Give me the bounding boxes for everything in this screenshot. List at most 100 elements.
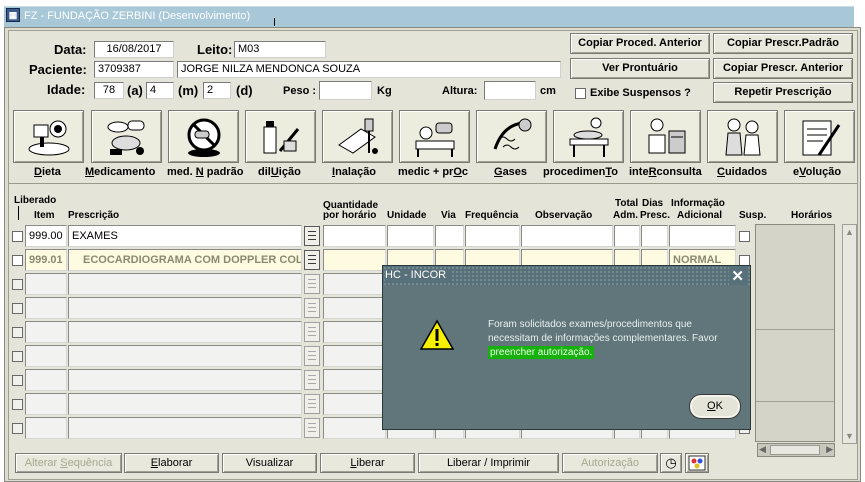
autorizacao-button[interactable]: Autorização: [562, 453, 658, 473]
prescricao-cell[interactable]: EXAMES: [68, 225, 302, 247]
med-padrao-button[interactable]: [168, 110, 239, 163]
item-cell[interactable]: [25, 417, 67, 439]
data-field[interactable]: 16/08/2017: [94, 41, 174, 58]
vertical-scrollbar[interactable]: ▲ ▼: [842, 224, 857, 444]
horizontal-scrollbar[interactable]: ◀ ▶: [757, 443, 835, 457]
scroll-down-icon[interactable]: ▼: [845, 431, 854, 441]
prescricao-cell[interactable]: [68, 321, 302, 343]
item-cell[interactable]: [25, 345, 67, 367]
list-icon[interactable]: [304, 370, 320, 390]
inalacao-button[interactable]: [322, 110, 393, 163]
dias-cell[interactable]: [641, 225, 668, 247]
total-cell[interactable]: [614, 225, 640, 247]
dieta-button[interactable]: [13, 110, 84, 163]
susp-checkbox[interactable]: [739, 231, 750, 242]
item-cell[interactable]: [25, 273, 67, 295]
gases-icon: [493, 118, 532, 150]
liberado-checkbox[interactable]: [12, 375, 23, 386]
qtd-cell[interactable]: [323, 273, 386, 295]
scroll-up-icon[interactable]: ▲: [845, 227, 854, 237]
list-icon[interactable]: [304, 250, 320, 270]
list-icon[interactable]: [304, 226, 320, 246]
qtd-cell[interactable]: [323, 417, 386, 439]
liberar-button[interactable]: Liberar: [320, 453, 415, 473]
idade-dias-field[interactable]: 2: [203, 82, 231, 99]
prescricao-cell[interactable]: [68, 393, 302, 415]
unidade-cell[interactable]: [387, 225, 434, 247]
liberado-checkbox[interactable]: [12, 327, 23, 338]
procedimento-button[interactable]: [553, 110, 624, 163]
preencher-autorizacao-link[interactable]: preencher autorização.: [488, 346, 595, 359]
item-cell[interactable]: [25, 321, 67, 343]
idade-meses-field[interactable]: 4: [146, 82, 174, 99]
item-cell[interactable]: 999.00: [25, 225, 67, 247]
qtd-cell[interactable]: [323, 369, 386, 391]
cuidados-button[interactable]: [707, 110, 778, 163]
medic-proc-button[interactable]: [399, 110, 470, 163]
liberado-checkbox[interactable]: [12, 231, 23, 242]
liberar-imprimir-button[interactable]: Liberar / Imprimir: [418, 453, 559, 473]
qtd-cell[interactable]: [323, 393, 386, 415]
prescricao-cell[interactable]: [68, 345, 302, 367]
visualizar-button[interactable]: Visualizar: [222, 453, 317, 473]
repetir-prescricao-button[interactable]: Repetir Prescrição: [713, 82, 853, 103]
ver-prontuario-button[interactable]: Ver Prontuário: [570, 58, 710, 79]
exibe-suspensos-checkbox[interactable]: [575, 88, 586, 99]
dialog-close-icon[interactable]: ✕: [729, 267, 746, 285]
gases-button[interactable]: [476, 110, 547, 163]
leito-field[interactable]: M03: [234, 41, 326, 58]
info-cell[interactable]: [669, 225, 736, 247]
scroll-right-icon[interactable]: ▶: [826, 444, 833, 455]
qtd-cell[interactable]: [323, 345, 386, 367]
elaborar-button[interactable]: Elaborar: [124, 453, 219, 473]
freq-cell[interactable]: [465, 225, 520, 247]
dialog-ok-button[interactable]: OK: [689, 394, 741, 419]
item-cell[interactable]: 999.01: [25, 249, 67, 271]
qtd-cell[interactable]: [323, 321, 386, 343]
prescricao-cell[interactable]: [68, 297, 302, 319]
list-icon[interactable]: [304, 394, 320, 414]
liberado-checkbox[interactable]: [12, 303, 23, 314]
procedimento-label: procedimenTo: [543, 166, 618, 178]
list-icon[interactable]: [304, 322, 320, 342]
list-icon[interactable]: [304, 418, 320, 438]
diluicao-button[interactable]: [245, 110, 316, 163]
liberado-checkbox[interactable]: [12, 351, 23, 362]
copiar-prescr-padrao-button[interactable]: Copiar Prescr.Padrão: [713, 33, 853, 54]
item-cell[interactable]: [25, 297, 67, 319]
list-icon[interactable]: [304, 298, 320, 318]
via-cell[interactable]: [435, 225, 464, 247]
liberado-checkbox[interactable]: [12, 399, 23, 410]
scroll-thumb[interactable]: [770, 445, 820, 455]
obs-cell[interactable]: [521, 225, 613, 247]
qtd-cell[interactable]: [323, 297, 386, 319]
list-icon[interactable]: [304, 274, 320, 294]
alterar-sequencia-button[interactable]: Alterar Sequência: [15, 453, 122, 473]
peso-field[interactable]: [319, 81, 372, 100]
prescricao-cell[interactable]: [68, 273, 302, 295]
list-icon[interactable]: [304, 346, 320, 366]
liberado-checkbox[interactable]: [12, 279, 23, 290]
evolucao-button[interactable]: [784, 110, 855, 163]
altura-field[interactable]: [484, 81, 536, 100]
prescricao-cell[interactable]: [68, 369, 302, 391]
interconsulta-button[interactable]: [630, 110, 701, 163]
liberado-checkbox[interactable]: [12, 255, 23, 266]
idade-anos-field[interactable]: 78: [94, 82, 124, 99]
clock-button[interactable]: ◷: [660, 453, 682, 473]
item-cell[interactable]: [25, 393, 67, 415]
copiar-prescr-anterior-button[interactable]: Copiar Prescr. Anterior: [713, 58, 853, 79]
prescricao-cell[interactable]: ECOCARDIOGRAMA COM DOPPLER COLO: [68, 249, 302, 271]
item-cell[interactable]: [25, 369, 67, 391]
copiar-proced-anterior-button[interactable]: Copiar Proced. Anterior: [570, 33, 710, 54]
paciente-nome-field[interactable]: JORGE NILZA MENDONCA SOUZA: [177, 61, 561, 78]
qtd-cell[interactable]: [323, 225, 386, 247]
diet-icon: [28, 120, 70, 156]
palette-button[interactable]: [685, 453, 709, 473]
scroll-left-icon[interactable]: ◀: [759, 444, 766, 455]
liberado-checkbox[interactable]: [12, 423, 23, 434]
medicamento-button[interactable]: [91, 110, 162, 163]
prescricao-cell[interactable]: [68, 417, 302, 439]
qtd-cell[interactable]: [323, 249, 386, 271]
paciente-id-field[interactable]: 3709387: [94, 61, 174, 78]
